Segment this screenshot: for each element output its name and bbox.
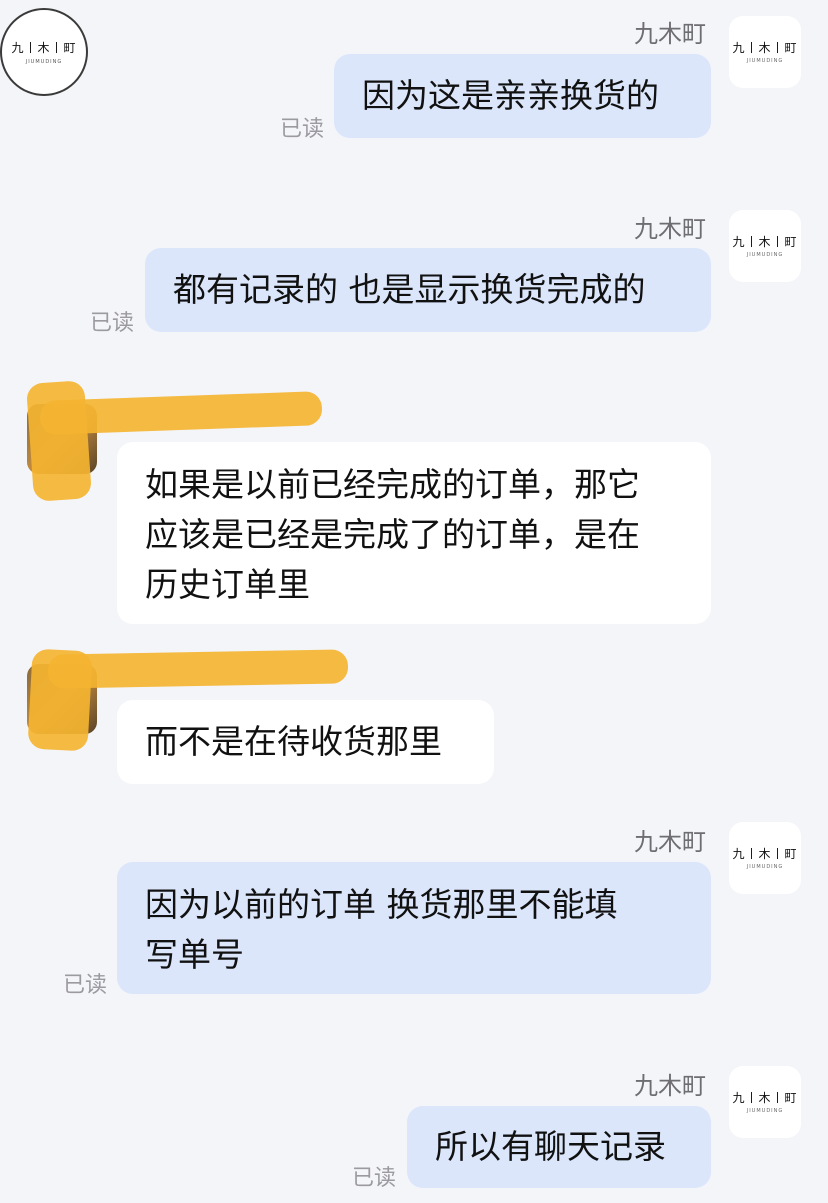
redaction-scribble [25, 380, 93, 502]
read-receipt: 已读 [63, 973, 108, 998]
sender-name: 九木町 [634, 1072, 706, 1100]
shop-avatar[interactable]: 九丨木丨町 JIUMUDING [729, 16, 801, 88]
message-text-line: 如果是以前已经完成的订单，那它 [145, 465, 640, 504]
message-text: 而不是在待收货那里 [145, 722, 442, 761]
read-receipt: 已读 [352, 1166, 397, 1191]
message-text-line: 历史订单里 [145, 565, 310, 604]
message-text: 因为这是亲亲换货的 [362, 76, 659, 115]
shop-logo-text: 九丨木丨町 [732, 846, 798, 861]
shop-logo-text: 九丨木丨町 [732, 234, 798, 249]
message-bubble[interactable]: 都有记录的 也是显示换货完成的 [145, 248, 711, 332]
shop-avatar[interactable]: 九丨木丨町 JIUMUDING [729, 210, 801, 282]
message-bubble[interactable]: 所以有聊天记录 [407, 1106, 711, 1188]
message-text: 所以有聊天记录 [435, 1127, 666, 1166]
message-text-line: 应该是已经是完成了的订单，是在 [145, 515, 640, 554]
contact-avatar[interactable]: 九丨木丨町 JIUMUDING [0, 8, 88, 96]
message-bubble[interactable]: 因为以前的订单 换货那里不能填 写单号 [117, 862, 711, 994]
avatar-logo-subtext: JIUMUDING [25, 59, 63, 65]
message-text-block: 如果是以前已经完成的订单，那它 应该是已经是完成了的订单，是在 历史订单里 [145, 460, 640, 610]
sender-name: 九木町 [634, 215, 706, 243]
shop-avatar[interactable]: 九丨木丨町 JIUMUDING [729, 822, 801, 894]
shop-logo-subtext: JIUMUDING [746, 1107, 784, 1114]
shop-logo-subtext: JIUMUDING [746, 57, 784, 64]
sender-name: 九木町 [634, 20, 706, 48]
message-text-line: 因为以前的订单 换货那里不能填 [145, 885, 618, 924]
message-text-block: 因为以前的订单 换货那里不能填 写单号 [145, 880, 618, 980]
read-receipt: 已读 [90, 311, 135, 336]
shop-logo-text: 九丨木丨町 [732, 40, 798, 55]
message-bubble[interactable]: 而不是在待收货那里 [117, 700, 494, 784]
message-text: 都有记录的 也是显示换货完成的 [173, 270, 646, 309]
avatar-logo-text: 九丨木丨町 [11, 41, 77, 55]
shop-logo-subtext: JIUMUDING [746, 863, 784, 870]
message-bubble[interactable]: 如果是以前已经完成的订单，那它 应该是已经是完成了的订单，是在 历史订单里 [117, 442, 711, 624]
shop-logo-text: 九丨木丨町 [732, 1090, 798, 1105]
shop-avatar[interactable]: 九丨木丨町 JIUMUDING [729, 1066, 801, 1138]
message-bubble[interactable]: 因为这是亲亲换货的 [334, 54, 711, 138]
sender-name: 九木町 [634, 828, 706, 856]
read-receipt: 已读 [280, 117, 325, 142]
shop-logo-subtext: JIUMUDING [746, 251, 784, 258]
redaction-scribble [47, 649, 349, 689]
message-text-line: 写单号 [145, 935, 244, 974]
